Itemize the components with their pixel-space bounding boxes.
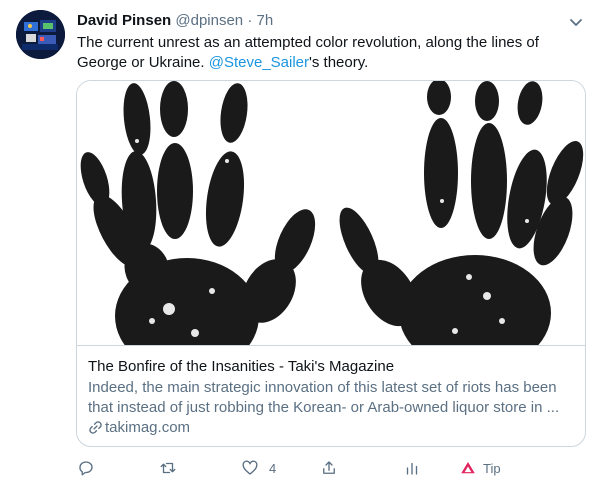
analytics-button[interactable] <box>403 457 421 479</box>
tip-label: Tip <box>483 460 501 476</box>
card-domain-text: takimag.com <box>105 419 191 436</box>
chevron-down-icon <box>570 19 582 26</box>
card-description: Indeed, the main strategic innovation of… <box>88 379 560 416</box>
more-options-button[interactable] <box>566 12 586 32</box>
retweet-icon <box>160 462 176 474</box>
author-name[interactable]: David Pinsen <box>77 12 171 29</box>
avatar[interactable] <box>16 10 65 59</box>
tip-button[interactable]: Tip <box>459 457 501 479</box>
tweet-text: The current unrest as an attempted color… <box>77 33 577 73</box>
tweet[interactable]: David Pinsen @dpinsen · 7h The current u… <box>0 0 603 488</box>
tweet-text-after: 's theory. <box>309 54 369 71</box>
author-handle[interactable]: @dpinsen <box>175 12 243 29</box>
mention-link[interactable]: @Steve_Sailer <box>209 54 309 71</box>
retweet-button[interactable] <box>159 457 177 479</box>
card-title[interactable]: The Bonfire of the Insanities - Taki's M… <box>88 357 394 377</box>
link-card[interactable]: The Bonfire of the Insanities - Taki's M… <box>76 80 586 447</box>
card-domain[interactable]: takimag.com <box>88 418 190 438</box>
tweet-header: David Pinsen @dpinsen · 7h <box>77 11 273 31</box>
share-button[interactable] <box>320 457 338 479</box>
like-count: 4 <box>269 460 277 476</box>
reply-button[interactable] <box>77 457 95 479</box>
tip-icon <box>461 462 475 474</box>
tweet-actions: 4 Tip <box>0 457 603 479</box>
separator-dot: · <box>247 12 253 29</box>
heart-icon <box>242 460 258 475</box>
tweet-timestamp[interactable]: 7h <box>257 12 274 29</box>
card-image[interactable] <box>77 81 585 374</box>
link-icon <box>89 421 102 434</box>
like-button[interactable]: 4 <box>241 457 276 479</box>
handprints-image <box>80 81 584 374</box>
analytics-icon <box>406 462 418 475</box>
reply-icon <box>79 461 93 476</box>
share-icon <box>323 461 335 474</box>
